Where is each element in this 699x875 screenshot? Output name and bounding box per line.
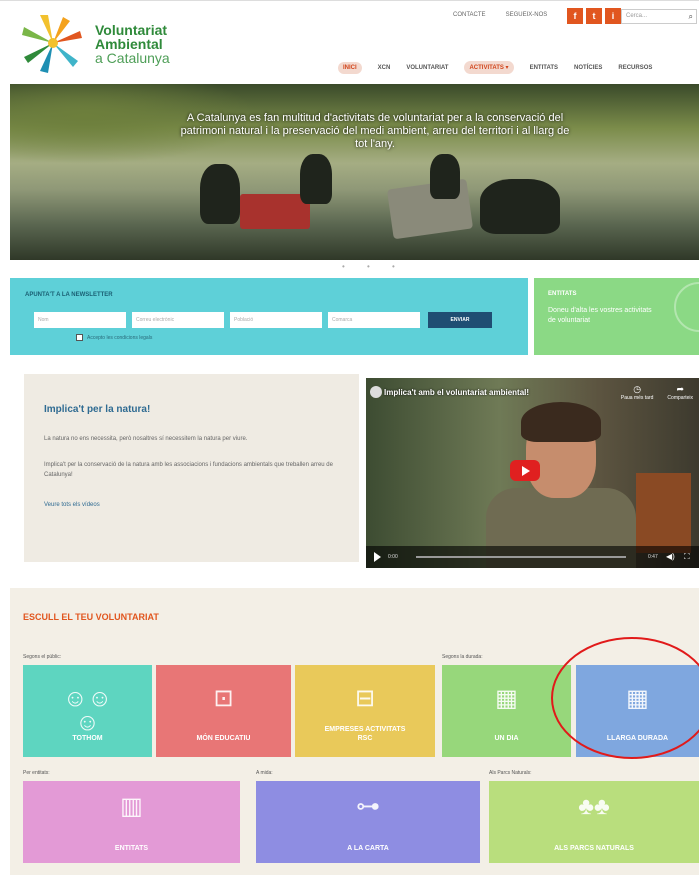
hero-volunteer	[430, 154, 460, 199]
search-icon[interactable]: ⌕	[689, 12, 693, 22]
tile-label: ENTITATS	[114, 845, 149, 852]
county-field[interactable]: Comarca	[328, 312, 420, 328]
share-button[interactable]: ➦ Comparteix	[667, 384, 693, 401]
video-title[interactable]: Implica't amb el voluntariat ambiental!	[384, 388, 529, 397]
top-links: CONTACTE SEGUEIX-NOS	[453, 12, 547, 18]
tile-parcs-naturals[interactable]: ♣♣ ALS PARCS NATURALS	[489, 781, 699, 863]
hero-banner: A Catalunya es fan multitud d'activitats…	[10, 84, 699, 260]
tile-label: UN DIA	[494, 735, 519, 742]
tile-tothom[interactable]: ☺☺☺ TOTHOM	[23, 665, 152, 757]
watch-later-label: Paua més tard	[620, 395, 654, 401]
play-icon[interactable]	[374, 552, 381, 562]
entitats-box[interactable]: ENTITATS Doneu d'alta les vostres activi…	[534, 278, 699, 355]
carousel-dots[interactable]: • • •	[342, 262, 405, 271]
site-logo-text[interactable]: Voluntariat Ambiental a Catalunya	[95, 23, 170, 65]
escull-title: ESCULL EL TEU VOLUNTARIAT	[23, 612, 159, 622]
tile-empreses[interactable]: ⊟ EMPRESES ACTIVITATS RSC	[295, 665, 435, 757]
entitats-text: Doneu d'alta les vostres activitats de v…	[548, 307, 652, 324]
group-label-parks: Als Parcs Naturals:	[489, 770, 532, 776]
watch-later-button[interactable]: ◷ Paua més tard	[621, 384, 654, 401]
tile-label: MÓN EDUCATIU	[196, 735, 251, 742]
newsletter-box: APUNTA'T A LA NEWSLETTER Nom Correu elec…	[10, 278, 528, 355]
hero-volunteer	[300, 154, 332, 204]
video-progress-bar[interactable]	[416, 556, 626, 558]
share-icon: ➦	[676, 384, 684, 394]
contact-link[interactable]: CONTACTE	[453, 12, 486, 18]
share-label: Comparteix	[667, 395, 693, 401]
backpack-icon: ⊡	[213, 685, 234, 712]
video-time-start: 0:00	[388, 554, 398, 560]
nav-inici[interactable]: INICI	[338, 61, 362, 74]
implica-title: Implica't per la natura!	[44, 404, 151, 415]
video-time-end: 0:47	[648, 554, 658, 560]
video-top-controls: ◷ Paua més tard ➦ Comparteix	[621, 384, 693, 401]
video-person-hair	[521, 402, 601, 442]
channel-avatar[interactable]	[370, 386, 382, 398]
group-label-duration: Segons la durada:	[442, 654, 483, 660]
instagram-icon[interactable]: i	[605, 8, 621, 24]
nav-entitats[interactable]: ENTITATS	[530, 65, 558, 71]
tape-measure-icon: ⊶	[356, 793, 380, 820]
trees-icon: ♣♣	[578, 793, 610, 820]
terms-label: Accepto les condicions legals	[87, 334, 153, 341]
hero-volunteer	[480, 179, 560, 234]
search-placeholder: Cerca...	[626, 13, 648, 19]
name-field[interactable]: Nom	[34, 312, 126, 328]
site-header: Voluntariat Ambiental a Catalunya CONTAC…	[0, 0, 699, 84]
nav-activitats[interactable]: ACTIVITATS ▾	[464, 61, 514, 74]
tile-label: ALS PARCS NATURALS	[554, 845, 634, 852]
newsletter-title: APUNTA'T A LA NEWSLETTER	[25, 292, 113, 298]
fullscreen-icon[interactable]: ⛶	[684, 552, 690, 562]
all-videos-link[interactable]: Veure tots els vídeos	[44, 502, 100, 508]
email-field[interactable]: Correu electrònic	[132, 312, 224, 328]
group-label-entities: Per entitats:	[23, 770, 50, 776]
nav-recursos[interactable]: RECURSOS	[618, 65, 652, 71]
logo-line-3: a Catalunya	[95, 50, 170, 66]
main-nav: INICI XCN VOLUNTARIAT ACTIVITATS ▾ ENTIT…	[338, 61, 652, 74]
search-input[interactable]: Cerca... ⌕	[621, 9, 697, 24]
volume-icon[interactable]: ◀)	[666, 552, 675, 561]
implica-paragraph-2: Implica't per la conservació de la natur…	[44, 462, 333, 478]
tile-un-dia[interactable]: ▦ UN DIA	[442, 665, 571, 757]
tile-a-la-carta[interactable]: ⊶ A LA CARTA	[256, 781, 480, 863]
calendar-icon: ▦	[495, 685, 518, 712]
send-button[interactable]: ENVIAR	[428, 312, 492, 328]
implica-paragraph-1: La natura no ens necessita, però nosaltr…	[44, 436, 248, 442]
group-icon: ☺☺☺	[62, 685, 112, 736]
red-highlight-circle	[551, 637, 699, 759]
tile-entitats[interactable]: ▥ ENTITATS	[23, 781, 240, 863]
town-field[interactable]: Població	[230, 312, 322, 328]
buildings-icon: ▥	[120, 793, 143, 820]
group-label-public: Segons el públic:	[23, 654, 62, 660]
social-links: f t i	[567, 8, 621, 24]
nav-xcn[interactable]: XCN	[378, 65, 391, 71]
implica-box: Implica't per la natura! La natura no en…	[24, 374, 359, 562]
logo-line-2: Ambiental	[95, 36, 163, 52]
checkbox-icon[interactable]	[76, 334, 83, 341]
plus-circle-icon	[674, 282, 699, 332]
entitats-title: ENTITATS	[548, 291, 577, 297]
twitter-icon[interactable]: t	[586, 8, 602, 24]
logo-line-1: Voluntariat	[95, 22, 168, 38]
facebook-icon[interactable]: f	[567, 8, 583, 24]
follow-us-label: SEGUEIX-NOS	[505, 12, 548, 18]
hero-red-crate	[240, 194, 310, 229]
video-chair	[636, 473, 691, 553]
clock-icon: ◷	[633, 384, 642, 394]
tile-label: TOTHOM	[72, 735, 103, 742]
nav-noticies[interactable]: NOTÍCIES	[574, 65, 602, 71]
tile-mon-educatiu[interactable]: ⊡ MÓN EDUCATIU	[156, 665, 291, 757]
hero-volunteer	[200, 164, 240, 224]
hero-caption: A Catalunya es fan multitud d'activitats…	[180, 112, 570, 150]
group-label-custom: A mida:	[256, 770, 273, 776]
briefcase-icon: ⊟	[354, 685, 376, 712]
logo-icon[interactable]	[18, 13, 88, 75]
video-control-bar: 0:00 0:47 ◀) ⛶	[366, 546, 699, 568]
terms-checkbox[interactable]: Accepto les condicions legals	[76, 334, 152, 341]
youtube-play-icon[interactable]	[510, 460, 540, 481]
tile-label: A LA CARTA	[347, 845, 389, 852]
nav-voluntariat[interactable]: VOLUNTARIAT	[406, 65, 448, 71]
tile-label: EMPRESES ACTIVITATS RSC	[324, 726, 406, 742]
video-player[interactable]: Implica't amb el voluntariat ambiental! …	[366, 378, 699, 568]
